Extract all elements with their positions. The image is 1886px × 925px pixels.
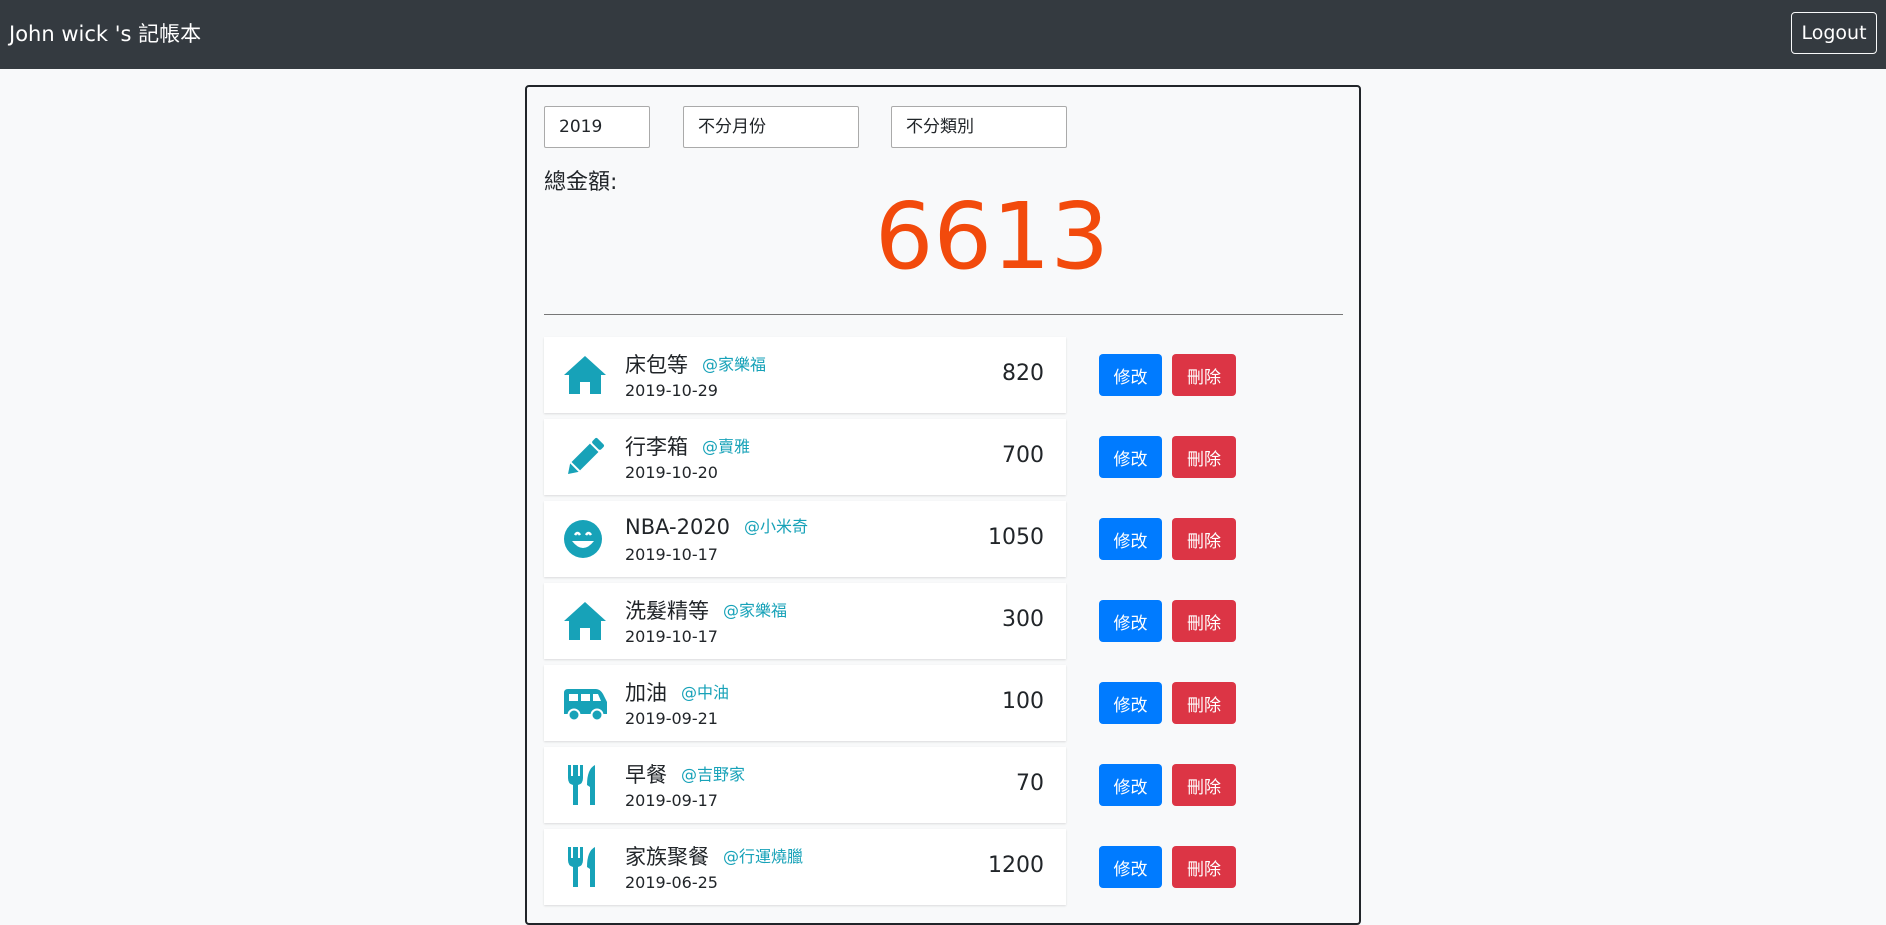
- entry-store: @中油: [681, 683, 730, 702]
- edit-button[interactable]: 修改: [1099, 436, 1162, 478]
- entry-store: @行運燒臘: [723, 847, 804, 866]
- entry-amount: 100: [1002, 689, 1044, 714]
- entry-date: 2019-10-20: [625, 463, 718, 482]
- total-amount: 6613: [874, 183, 1110, 290]
- entry-name: 早餐 @吉野家: [625, 759, 745, 789]
- entry-store: @吉野家: [681, 765, 746, 784]
- entry-date: 2019-10-17: [625, 627, 718, 646]
- utensils-icon: [562, 763, 608, 807]
- entry-amount: 820: [1002, 361, 1044, 386]
- entry-row: 洗髮精等 @家樂福 2019-10-17 300: [544, 583, 1066, 659]
- edit-button[interactable]: 修改: [1099, 518, 1162, 560]
- delete-button[interactable]: 刪除: [1172, 354, 1236, 396]
- entry-row: NBA-2020 @小米奇 2019-10-17 1050: [544, 501, 1066, 577]
- edit-button[interactable]: 修改: [1099, 846, 1162, 888]
- entry-store: @賣雅: [702, 437, 751, 456]
- navbar: John wick 's 記帳本 Logout: [0, 0, 1886, 69]
- entry-name: 加油 @中油: [625, 677, 729, 707]
- entry-date: 2019-09-21: [625, 709, 718, 728]
- entry-title: 加油: [625, 681, 667, 705]
- entry-row: 早餐 @吉野家 2019-09-17 70: [544, 747, 1066, 823]
- entry-title: 洗髮精等: [625, 599, 709, 623]
- ledger-card: 2019 不分月份 不分類別 總金額: 6613 床包等 @家樂福 2019-10-…: [525, 85, 1361, 925]
- entry-name: NBA-2020 @小米奇: [625, 513, 808, 539]
- home-icon: [562, 353, 608, 397]
- entry-row: 加油 @中油 2019-09-21 100: [544, 665, 1066, 741]
- entry-title: 家族聚餐: [625, 845, 709, 869]
- entry-row: 家族聚餐 @行運燒臘 2019-06-25 1200: [544, 829, 1066, 905]
- entry-name: 家族聚餐 @行運燒臘: [625, 841, 803, 871]
- delete-button[interactable]: 刪除: [1172, 682, 1236, 724]
- home-icon: [562, 599, 608, 643]
- edit-button[interactable]: 修改: [1099, 682, 1162, 724]
- entry-date: 2019-10-17: [625, 545, 718, 564]
- entry-name: 洗髮精等 @家樂福: [625, 595, 787, 625]
- entry-amount: 1200: [988, 853, 1044, 878]
- delete-button[interactable]: 刪除: [1172, 518, 1236, 560]
- pencil-icon: [562, 435, 608, 479]
- entry-title: 早餐: [625, 763, 667, 787]
- edit-button[interactable]: 修改: [1099, 354, 1162, 396]
- entry-name: 床包等 @家樂福: [625, 349, 766, 379]
- entry-amount: 700: [1002, 443, 1044, 468]
- entry-store: @家樂福: [723, 601, 788, 620]
- entry-title: 行李箱: [625, 435, 688, 459]
- logout-button[interactable]: Logout: [1791, 12, 1877, 54]
- entry-amount: 300: [1002, 607, 1044, 632]
- year-select[interactable]: 2019: [544, 106, 650, 148]
- delete-button[interactable]: 刪除: [1172, 436, 1236, 478]
- entry-row: 行李箱 @賣雅 2019-10-20 700: [544, 419, 1066, 495]
- entry-title: NBA-2020: [625, 515, 731, 539]
- divider: [544, 314, 1343, 315]
- delete-button[interactable]: 刪除: [1172, 764, 1236, 806]
- edit-button[interactable]: 修改: [1099, 764, 1162, 806]
- entry-date: 2019-06-25: [625, 873, 718, 892]
- total-label: 總金額:: [544, 170, 618, 195]
- entry-title: 床包等: [625, 353, 688, 377]
- entry-amount: 70: [1016, 771, 1044, 796]
- smile-icon: [562, 517, 608, 561]
- van-icon: [562, 681, 608, 725]
- delete-button[interactable]: 刪除: [1172, 846, 1236, 888]
- utensils-icon: [562, 845, 608, 889]
- entry-row: 床包等 @家樂福 2019-10-29 820: [544, 337, 1066, 413]
- entry-date: 2019-10-29: [625, 381, 718, 400]
- delete-button[interactable]: 刪除: [1172, 600, 1236, 642]
- entry-store: @小米奇: [744, 517, 809, 536]
- month-select[interactable]: 不分月份: [683, 106, 859, 148]
- edit-button[interactable]: 修改: [1099, 600, 1162, 642]
- entry-name: 行李箱 @賣雅: [625, 431, 750, 461]
- category-select[interactable]: 不分類別: [891, 106, 1067, 148]
- entry-amount: 1050: [988, 525, 1044, 550]
- entry-store: @家樂福: [702, 355, 767, 374]
- entry-date: 2019-09-17: [625, 791, 718, 810]
- app-title: John wick 's 記帳本: [9, 22, 202, 46]
